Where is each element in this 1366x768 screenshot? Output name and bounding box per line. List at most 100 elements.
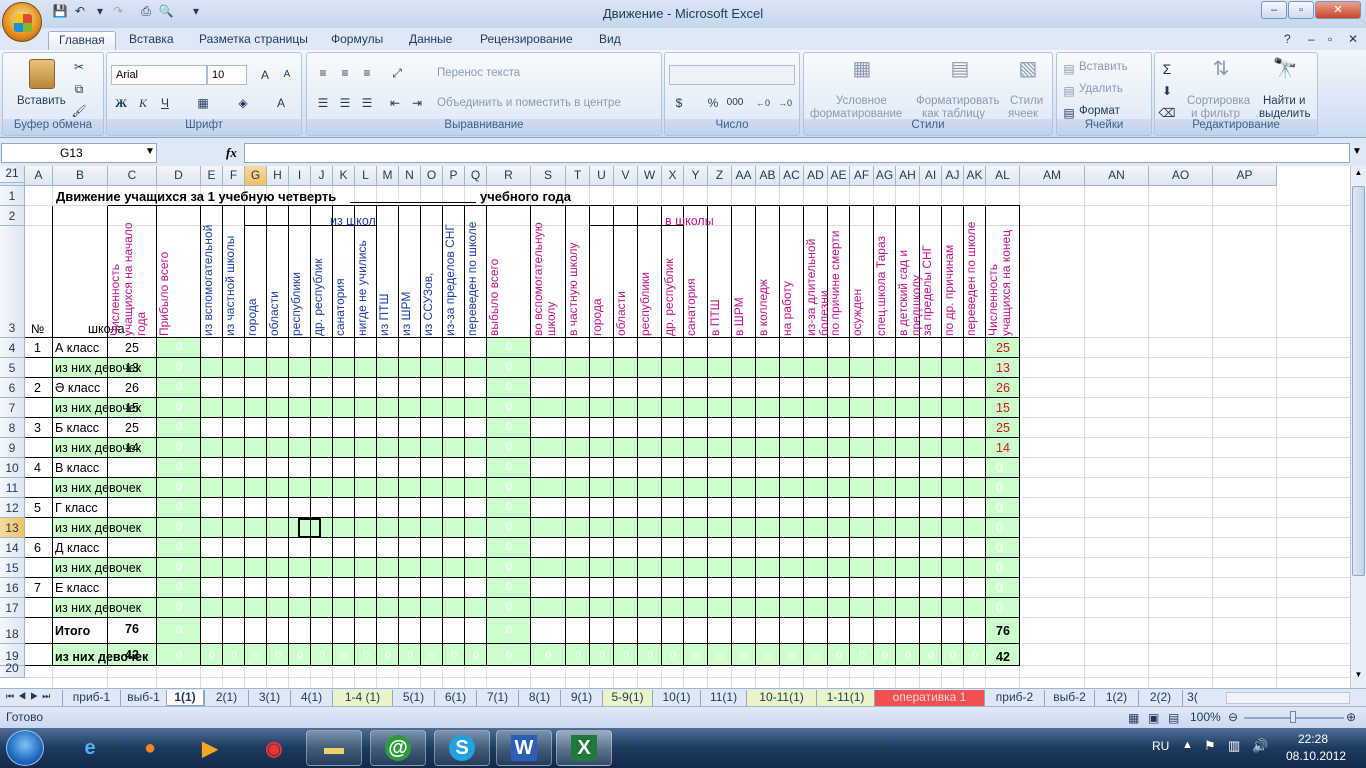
ie-icon[interactable]: e bbox=[62, 730, 118, 766]
clock-date[interactable]: 08.10.2012 bbox=[1286, 749, 1346, 763]
clock-time[interactable]: 22:28 bbox=[1298, 732, 1328, 746]
zero-value[interactable]: 0 bbox=[590, 650, 614, 662]
row-number[interactable]: 3 bbox=[34, 421, 41, 435]
column-header-ag[interactable]: AG bbox=[874, 166, 896, 186]
column-header-ad[interactable]: AD bbox=[804, 166, 828, 186]
customize-qat-icon[interactable]: ▾ bbox=[188, 4, 204, 20]
column-header-ac[interactable]: AC bbox=[780, 166, 804, 186]
ribbon-minimize-icon[interactable]: – bbox=[1306, 31, 1317, 50]
header-x[interactable]: др. республик bbox=[662, 228, 683, 336]
fill-color-icon[interactable]: ◈ bbox=[233, 93, 253, 113]
tab-formulas[interactable]: Формулы bbox=[329, 31, 385, 50]
undo-icon[interactable]: ↶ bbox=[72, 4, 88, 20]
header-h[interactable]: области bbox=[267, 228, 288, 336]
column-header-al[interactable]: AL bbox=[986, 166, 1020, 186]
zero-value[interactable]: 0 bbox=[487, 561, 531, 573]
class-name[interactable]: Е класс bbox=[55, 581, 99, 595]
page-layout-view-icon[interactable]: ▣ bbox=[1148, 711, 1159, 725]
cut-icon[interactable]: ✂ bbox=[69, 57, 89, 77]
orientation-icon[interactable]: ⤢ bbox=[387, 63, 407, 83]
start-count[interactable]: 13 bbox=[125, 361, 139, 375]
skype-icon[interactable]: S bbox=[434, 730, 490, 766]
column-header-n[interactable]: N bbox=[399, 166, 421, 186]
row-header-13[interactable]: 13 bbox=[0, 518, 25, 538]
fill-icon[interactable]: ⬇ bbox=[1157, 81, 1177, 101]
horizontal-scrollbar[interactable] bbox=[1226, 692, 1350, 704]
decrease-font-icon[interactable]: A bbox=[277, 65, 297, 85]
column-header-o[interactable]: O bbox=[421, 166, 443, 186]
zero-value[interactable]: 0 bbox=[465, 650, 487, 662]
currency-icon[interactable]: $ bbox=[669, 93, 689, 113]
column-header-i[interactable]: I bbox=[289, 166, 311, 186]
undo-dropdown-icon[interactable]: ▾ bbox=[92, 4, 108, 20]
zero-value[interactable]: 0 bbox=[421, 650, 443, 662]
vertical-scrollbar[interactable]: ▲ ▼ bbox=[1350, 166, 1366, 688]
column-header-ab[interactable]: AB bbox=[756, 166, 780, 186]
end-count[interactable]: 0 bbox=[996, 581, 1003, 595]
decrease-decimal-icon[interactable]: →0 bbox=[775, 93, 795, 113]
column-header-l[interactable]: L bbox=[355, 166, 377, 186]
row-number[interactable]: 6 bbox=[34, 541, 41, 555]
zero-value[interactable]: 0 bbox=[267, 650, 289, 662]
class-name[interactable]: В класс bbox=[55, 461, 99, 475]
row-header-12[interactable]: 12 bbox=[0, 498, 25, 518]
row-header-8[interactable]: 8 bbox=[0, 418, 25, 438]
zero-value[interactable]: 0 bbox=[487, 461, 531, 473]
selected-cell-g13[interactable] bbox=[298, 518, 321, 538]
column-header-u[interactable]: U bbox=[590, 166, 614, 186]
tab-page-layout[interactable]: Разметка страницы bbox=[197, 31, 310, 50]
header-af[interactable]: осужден bbox=[850, 208, 873, 336]
header-c[interactable]: Численность учащихся на начало года bbox=[108, 208, 156, 336]
column-header-g[interactable]: G bbox=[245, 166, 267, 186]
header-q[interactable]: переведен по школе bbox=[465, 208, 486, 336]
sheet-tab[interactable]: 10(1) bbox=[652, 690, 700, 706]
zero-value[interactable]: 0 bbox=[487, 421, 531, 433]
row-number[interactable]: 4 bbox=[34, 461, 41, 475]
header-v[interactable]: области bbox=[614, 228, 637, 336]
name-box[interactable]: G13 bbox=[1, 143, 157, 163]
class-name[interactable]: из них девочек bbox=[55, 561, 141, 575]
row-header-3[interactable]: 3 bbox=[0, 226, 25, 338]
column-header-r[interactable]: R bbox=[487, 166, 531, 186]
header-w[interactable]: республики bbox=[638, 228, 661, 336]
start-button[interactable] bbox=[6, 730, 44, 766]
zero-value[interactable]: 0 bbox=[157, 481, 201, 493]
column-header-s[interactable]: S bbox=[531, 166, 566, 186]
sheet-tab[interactable]: 3(1) bbox=[248, 690, 290, 706]
insert-cells-button[interactable]: Вставить bbox=[1079, 61, 1128, 73]
header-ai[interactable]: за пределы СНГ bbox=[920, 208, 941, 336]
header-i[interactable]: республики bbox=[289, 228, 310, 336]
merge-center-button[interactable]: Объединить и поместить в центре bbox=[437, 97, 621, 109]
align-right-icon[interactable]: ☰ bbox=[357, 93, 377, 113]
explorer-icon[interactable]: ▬ bbox=[306, 730, 362, 766]
zero-value[interactable]: 0 bbox=[245, 650, 267, 662]
class-name[interactable]: из них девочек bbox=[55, 601, 141, 615]
word-icon[interactable]: W bbox=[496, 730, 552, 766]
zero-value[interactable]: 0 bbox=[566, 650, 590, 662]
cell-styles-label-1[interactable]: Стили bbox=[1010, 95, 1043, 107]
borders-icon[interactable]: ▦ bbox=[193, 93, 213, 113]
row-header-15[interactable]: 15 bbox=[0, 558, 25, 578]
zero-value[interactable]: 0 bbox=[487, 650, 531, 662]
zero-value[interactable]: 0 bbox=[684, 650, 708, 662]
column-header-am[interactable]: AM bbox=[1020, 166, 1085, 186]
zero-value[interactable]: 0 bbox=[157, 341, 201, 353]
row-number[interactable]: 1 bbox=[34, 341, 41, 355]
format-cells-button[interactable]: Формат bbox=[1079, 105, 1120, 117]
header-e[interactable]: из вспомогательной bbox=[201, 208, 222, 336]
zero-value[interactable]: 0 bbox=[333, 650, 355, 662]
normal-view-icon[interactable]: ▦ bbox=[1128, 711, 1139, 725]
network-icon[interactable]: ▥ bbox=[1228, 738, 1240, 754]
column-header-w[interactable]: W bbox=[638, 166, 662, 186]
column-header-b[interactable]: B bbox=[53, 166, 108, 186]
header-n[interactable]: из ШРМ bbox=[399, 208, 420, 336]
page-break-view-icon[interactable]: ▤ bbox=[1168, 711, 1179, 725]
format-as-table-label-1[interactable]: Форматировать bbox=[916, 95, 999, 107]
header-r[interactable]: выбыло всего bbox=[487, 208, 530, 336]
decrease-indent-icon[interactable]: ⇤ bbox=[385, 93, 405, 113]
sheet-tab[interactable]: оперативка 1 bbox=[874, 690, 984, 706]
zero-value[interactable]: 0 bbox=[614, 650, 638, 662]
zero-value[interactable]: 0 bbox=[157, 501, 201, 513]
column-header-ae[interactable]: AE bbox=[828, 166, 850, 186]
row-header-21[interactable]: 21 bbox=[0, 166, 25, 183]
